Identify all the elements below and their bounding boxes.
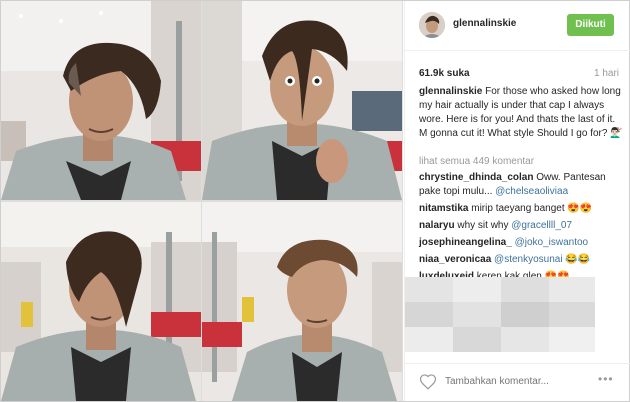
comment-item: josephineangelina_ @joko_iswantoo <box>419 236 627 250</box>
post-side-panel: glennalinskie Diikuti 61.9k suka 1 hari … <box>404 1 630 401</box>
comments-list: chrystine_dhinda_colan Oww. Pantesan pak… <box>419 171 627 287</box>
caption-username[interactable]: glennalinskie <box>419 86 482 97</box>
hair-side-profile-photo <box>1 1 201 200</box>
more-options-icon[interactable]: ••• <box>598 372 614 386</box>
post-photo[interactable] <box>1 1 403 401</box>
comment-mention[interactable]: @chelseaoliviaa <box>495 186 568 197</box>
likes-count[interactable]: 61.9k suka <box>419 68 470 79</box>
comment-item: niaa_veronicaa @stenkyosunai 😂😂 <box>419 253 627 267</box>
comment-username[interactable]: josephineangelina_ <box>419 237 512 248</box>
post-time[interactable]: 1 hari <box>594 68 619 79</box>
comment-username[interactable]: niaa_veronicaa <box>419 254 491 265</box>
comment-emoji: 😂😂 <box>562 254 591 265</box>
photo-illustration <box>202 202 402 401</box>
view-all-comments-link[interactable]: lihat semua 449 komentar <box>419 156 534 167</box>
comment-text: mirip taeyang banget 😍😍 <box>468 203 593 214</box>
post-caption: glennalinskie For those who asked how lo… <box>419 85 623 141</box>
pixelated-overlay <box>405 277 595 352</box>
comment-item: nalaryu why sit why @gracellll_07 <box>419 219 627 233</box>
hair-over-eye-photo <box>202 1 402 200</box>
hair-covering-face-photo <box>1 202 201 401</box>
comment-username[interactable]: chrystine_dhinda_colan <box>419 172 533 183</box>
hair-side-swept-photo <box>202 202 402 401</box>
photo-illustration <box>1 1 201 200</box>
header-username[interactable]: glennalinskie <box>453 18 516 29</box>
comment-text: why sit why <box>454 220 512 231</box>
following-button[interactable]: Diikuti <box>567 14 614 36</box>
comment-username[interactable]: nalaryu <box>419 220 455 231</box>
avatar[interactable] <box>419 12 445 38</box>
comment-mention[interactable]: @gracellll_07 <box>511 220 572 231</box>
post-header: glennalinskie Diikuti <box>405 1 630 51</box>
comment-mention[interactable]: @joko_iswantoo <box>515 237 589 248</box>
heart-icon[interactable] <box>419 373 437 391</box>
comment-item: chrystine_dhinda_colan Oww. Pantesan pak… <box>419 171 627 199</box>
avatar-image <box>419 12 445 38</box>
photo-illustration <box>202 1 402 200</box>
add-comment-input[interactable] <box>445 376 585 387</box>
comment-mention[interactable]: @stenkyosunai <box>494 254 563 265</box>
comment-username[interactable]: nitamstika <box>419 203 468 214</box>
post-footer: ••• <box>405 363 630 401</box>
comment-item: nitamstika mirip taeyang banget 😍😍 <box>419 202 627 216</box>
photo-illustration <box>1 202 201 401</box>
